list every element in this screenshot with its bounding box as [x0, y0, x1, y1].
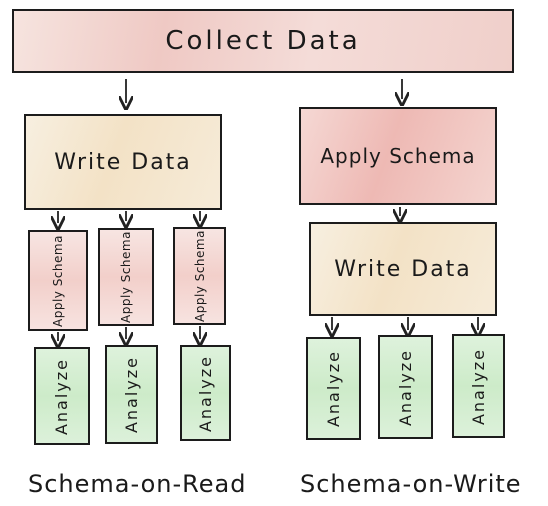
left-apply-schema-box-1: Apply Schema — [28, 230, 88, 331]
schema-on-write-caption: Schema-on-Write — [300, 470, 522, 498]
analyze-label: Analyze — [324, 349, 344, 428]
right-apply-schema-box: Apply Schema — [299, 107, 497, 205]
apply-schema-label: Apply Schema — [51, 234, 66, 327]
left-apply-schema-box-3: Apply Schema — [173, 227, 226, 325]
right-write-data-label: Write Data — [334, 256, 472, 282]
analyze-label: Analyze — [52, 357, 72, 435]
right-write-data-box: Write Data — [309, 222, 497, 316]
right-analyze-box-3: Analyze — [452, 334, 505, 438]
right-apply-schema-label: Apply Schema — [320, 144, 476, 168]
left-analyze-box-3: Analyze — [180, 345, 231, 441]
left-apply-schema-box-2: Apply Schema — [98, 228, 154, 326]
right-analyze-box-2: Analyze — [378, 335, 433, 439]
analyze-label: Analyze — [122, 355, 142, 434]
analyze-label: Analyze — [196, 354, 216, 432]
left-write-data-label: Write Data — [54, 149, 192, 175]
left-analyze-box-2: Analyze — [105, 345, 158, 444]
right-analyze-box-1: Analyze — [306, 337, 361, 440]
apply-schema-label: Apply Schema — [119, 231, 134, 323]
apply-schema-label: Apply Schema — [192, 230, 207, 322]
collect-data-label: Collect Data — [165, 26, 361, 56]
analyze-label: Analyze — [469, 347, 489, 425]
collect-data-box: Collect Data — [12, 9, 514, 73]
schema-on-read-caption: Schema-on-Read — [28, 470, 247, 498]
analyze-label: Analyze — [396, 348, 416, 426]
left-write-data-box: Write Data — [24, 114, 222, 210]
left-analyze-box-1: Analyze — [34, 347, 90, 445]
